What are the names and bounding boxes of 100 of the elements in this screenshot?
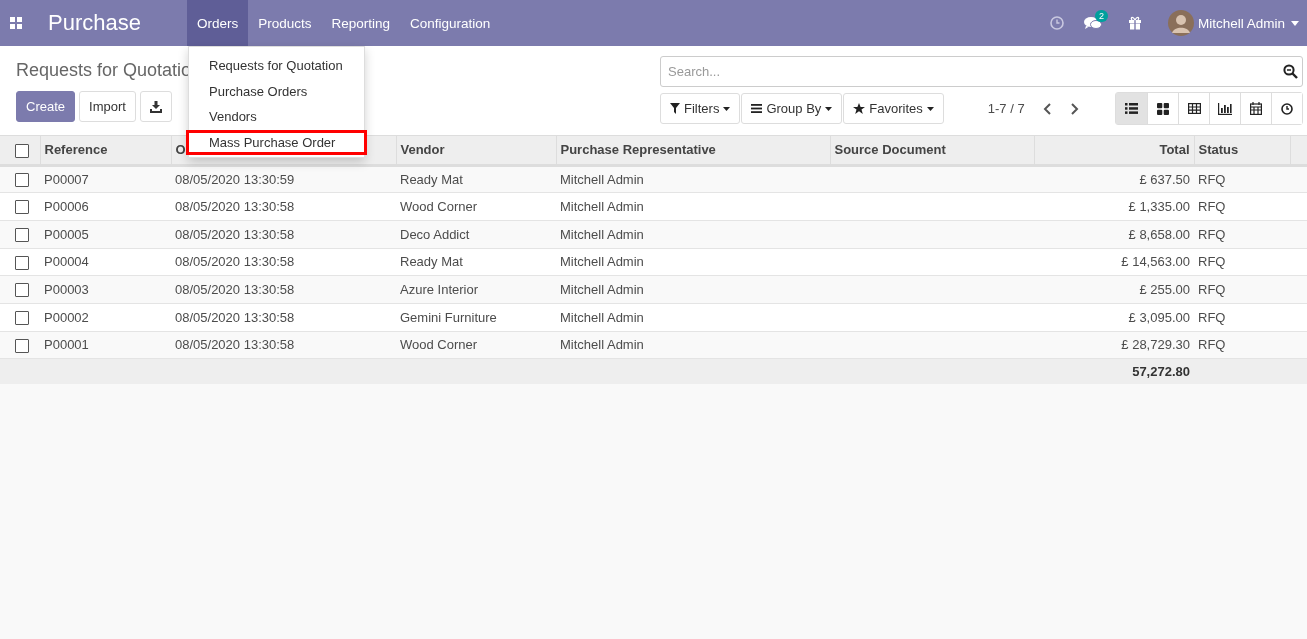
table-cell: Ready Mat [400, 171, 463, 187]
table-cell: RFQ [1198, 282, 1226, 298]
table-cell: Gemini Furniture [400, 309, 497, 325]
table-cell: 08/05/2020 13:30:58 [175, 199, 295, 215]
app-name: Purchase [48, 10, 141, 36]
bar-chart-icon [1218, 102, 1232, 115]
table-cell: 08/05/2020 13:30:58 [175, 337, 295, 353]
search-field[interactable]: Search... [666, 63, 1283, 80]
table-cell: P00006 [44, 199, 89, 215]
grid-icon [1157, 102, 1169, 115]
table-cell: P00004 [44, 254, 89, 270]
menu-item[interactable]: Configuration [400, 0, 501, 46]
previous-icon[interactable] [1042, 102, 1052, 115]
table-cell: £ 3,095.00 [1128, 309, 1190, 325]
table-cell: Wood Corner [400, 337, 478, 353]
table-row[interactable]: P00003 08/05/2020 13:30:58 Azure Interior Mitchell Admin £ 255.00 RFQ [0, 275, 1307, 304]
table-cell: Ready Mat [400, 254, 463, 270]
filter-icon [670, 103, 680, 114]
table-cell: £ 8,658.00 [1128, 226, 1190, 242]
table-cell: Mitchell Admin [560, 254, 644, 270]
caret-icon[interactable] [1291, 20, 1299, 26]
table-cell: 08/05/2020 13:30:58 [175, 254, 295, 270]
caret-icon [825, 106, 833, 111]
caret-icon [723, 106, 731, 111]
table-cell: RFQ [1198, 337, 1226, 353]
table-row[interactable]: P00002 08/05/2020 13:30:58 Gemini Furniture Mitchell Admin £ 3,095.00 RFQ [0, 303, 1307, 332]
download-icon [149, 100, 162, 113]
table-cell: 08/05/2020 13:30:58 [175, 282, 295, 298]
import-button[interactable]: Import [79, 91, 136, 122]
table-cell: £ 255.00 [1139, 282, 1190, 298]
calendar-icon [1250, 102, 1262, 115]
gift-icon[interactable] [1127, 16, 1142, 30]
search-option-button[interactable]: Filters [660, 93, 741, 124]
select-all-checkbox[interactable] [15, 143, 29, 158]
table-cell: P00001 [44, 337, 89, 353]
search-box[interactable]: Search... [660, 56, 1303, 87]
table-cell: £ 637.50 [1139, 171, 1190, 187]
pager-text: 1-7 / 7 [987, 101, 1025, 116]
table-row[interactable]: P00006 08/05/2020 13:30:58 Wood Corner Mitchell Admin £ 1,335.00 RFQ [0, 192, 1307, 221]
search-option-button[interactable]: Favorites [843, 93, 944, 124]
create-button[interactable]: Create [16, 91, 76, 122]
row-checkbox[interactable] [15, 228, 29, 242]
table-cell: 08/05/2020 13:30:58 [175, 226, 295, 242]
table-cell: Mitchell Admin [560, 171, 644, 187]
menu-item[interactable]: Reporting [321, 0, 401, 46]
download-button[interactable] [139, 91, 172, 122]
table-cell: £ 28,729.30 [1121, 337, 1190, 353]
table-cell: Mitchell Admin [560, 282, 644, 298]
table-cell: P00007 [44, 171, 89, 187]
table-row[interactable]: P00007 08/05/2020 13:30:59 Ready Mat Mitchell Admin £ 637.50 RFQ [0, 165, 1307, 193]
row-checkbox[interactable] [15, 338, 29, 353]
table-cell: Mitchell Admin [560, 337, 644, 353]
total-sum: 57,272.80 [1132, 364, 1190, 380]
table-cell: Azure Interior [400, 282, 479, 298]
menu-item[interactable]: Orders [186, 0, 249, 46]
clock-icon [1281, 102, 1293, 115]
bars-icon [751, 104, 763, 113]
table-cell: P00002 [44, 309, 89, 325]
table-cell: Mitchell Admin [560, 309, 644, 325]
row-checkbox[interactable] [15, 255, 29, 270]
table-row[interactable]: P00004 08/05/2020 13:30:58 Ready Mat Mitchell Admin £ 14,563.00 RFQ [0, 248, 1307, 276]
table-cell: Mitchell Admin [560, 226, 644, 242]
activity-view-button[interactable] [1271, 93, 1302, 124]
table-cell: P00005 [44, 226, 89, 242]
table-cell: 08/05/2020 13:30:58 [175, 309, 295, 325]
column-header[interactable]: Vendor [400, 142, 445, 158]
table-cell: Wood Corner [400, 199, 478, 215]
search-icon[interactable] [1283, 64, 1298, 79]
table-cell: £ 1,335.00 [1128, 199, 1190, 215]
list-icon [1125, 103, 1138, 114]
user-menu[interactable]: Mitchell Admin [1197, 15, 1285, 31]
list-view-button[interactable] [1116, 93, 1147, 124]
row-checkbox[interactable] [15, 283, 29, 298]
table-cell: 08/05/2020 13:30:59 [175, 171, 295, 187]
row-checkbox[interactable] [15, 200, 29, 215]
column-header[interactable]: Total [1159, 142, 1190, 158]
table-cell: RFQ [1198, 199, 1226, 215]
row-checkbox[interactable] [15, 173, 29, 188]
dropdown-item[interactable]: Mass Purchase Order [186, 129, 367, 155]
menu-item[interactable]: Products [248, 0, 322, 46]
table-row[interactable]: P00005 08/05/2020 13:30:58 Deco Addict Mitchell Admin £ 8,658.00 RFQ [0, 220, 1307, 249]
table-cell: Mitchell Admin [560, 199, 644, 215]
table-cell: RFQ [1198, 254, 1226, 270]
apps-grid-icon[interactable] [10, 17, 22, 29]
search-option-button[interactable]: Group By [741, 93, 843, 124]
table-cell: Deco Addict [400, 226, 470, 242]
star-icon [853, 102, 866, 115]
table-cell: RFQ [1198, 171, 1226, 187]
dropdown-item[interactable]: Vendors [186, 104, 367, 130]
table-cell: £ 14,563.00 [1121, 254, 1190, 270]
column-header[interactable]: O [175, 142, 186, 158]
user-avatar[interactable] [1167, 10, 1194, 36]
table-row[interactable]: P00001 08/05/2020 13:30:58 Wood Corner Mitchell Admin £ 28,729.30 RFQ [0, 331, 1307, 359]
next-icon[interactable] [1069, 102, 1079, 115]
table-cell: RFQ [1198, 309, 1226, 325]
table-icon [1187, 103, 1201, 114]
caret-icon [926, 106, 934, 111]
row-checkbox[interactable] [15, 311, 29, 326]
message-count-badge: 2 [1094, 10, 1108, 22]
table-cell: P00003 [44, 282, 89, 298]
